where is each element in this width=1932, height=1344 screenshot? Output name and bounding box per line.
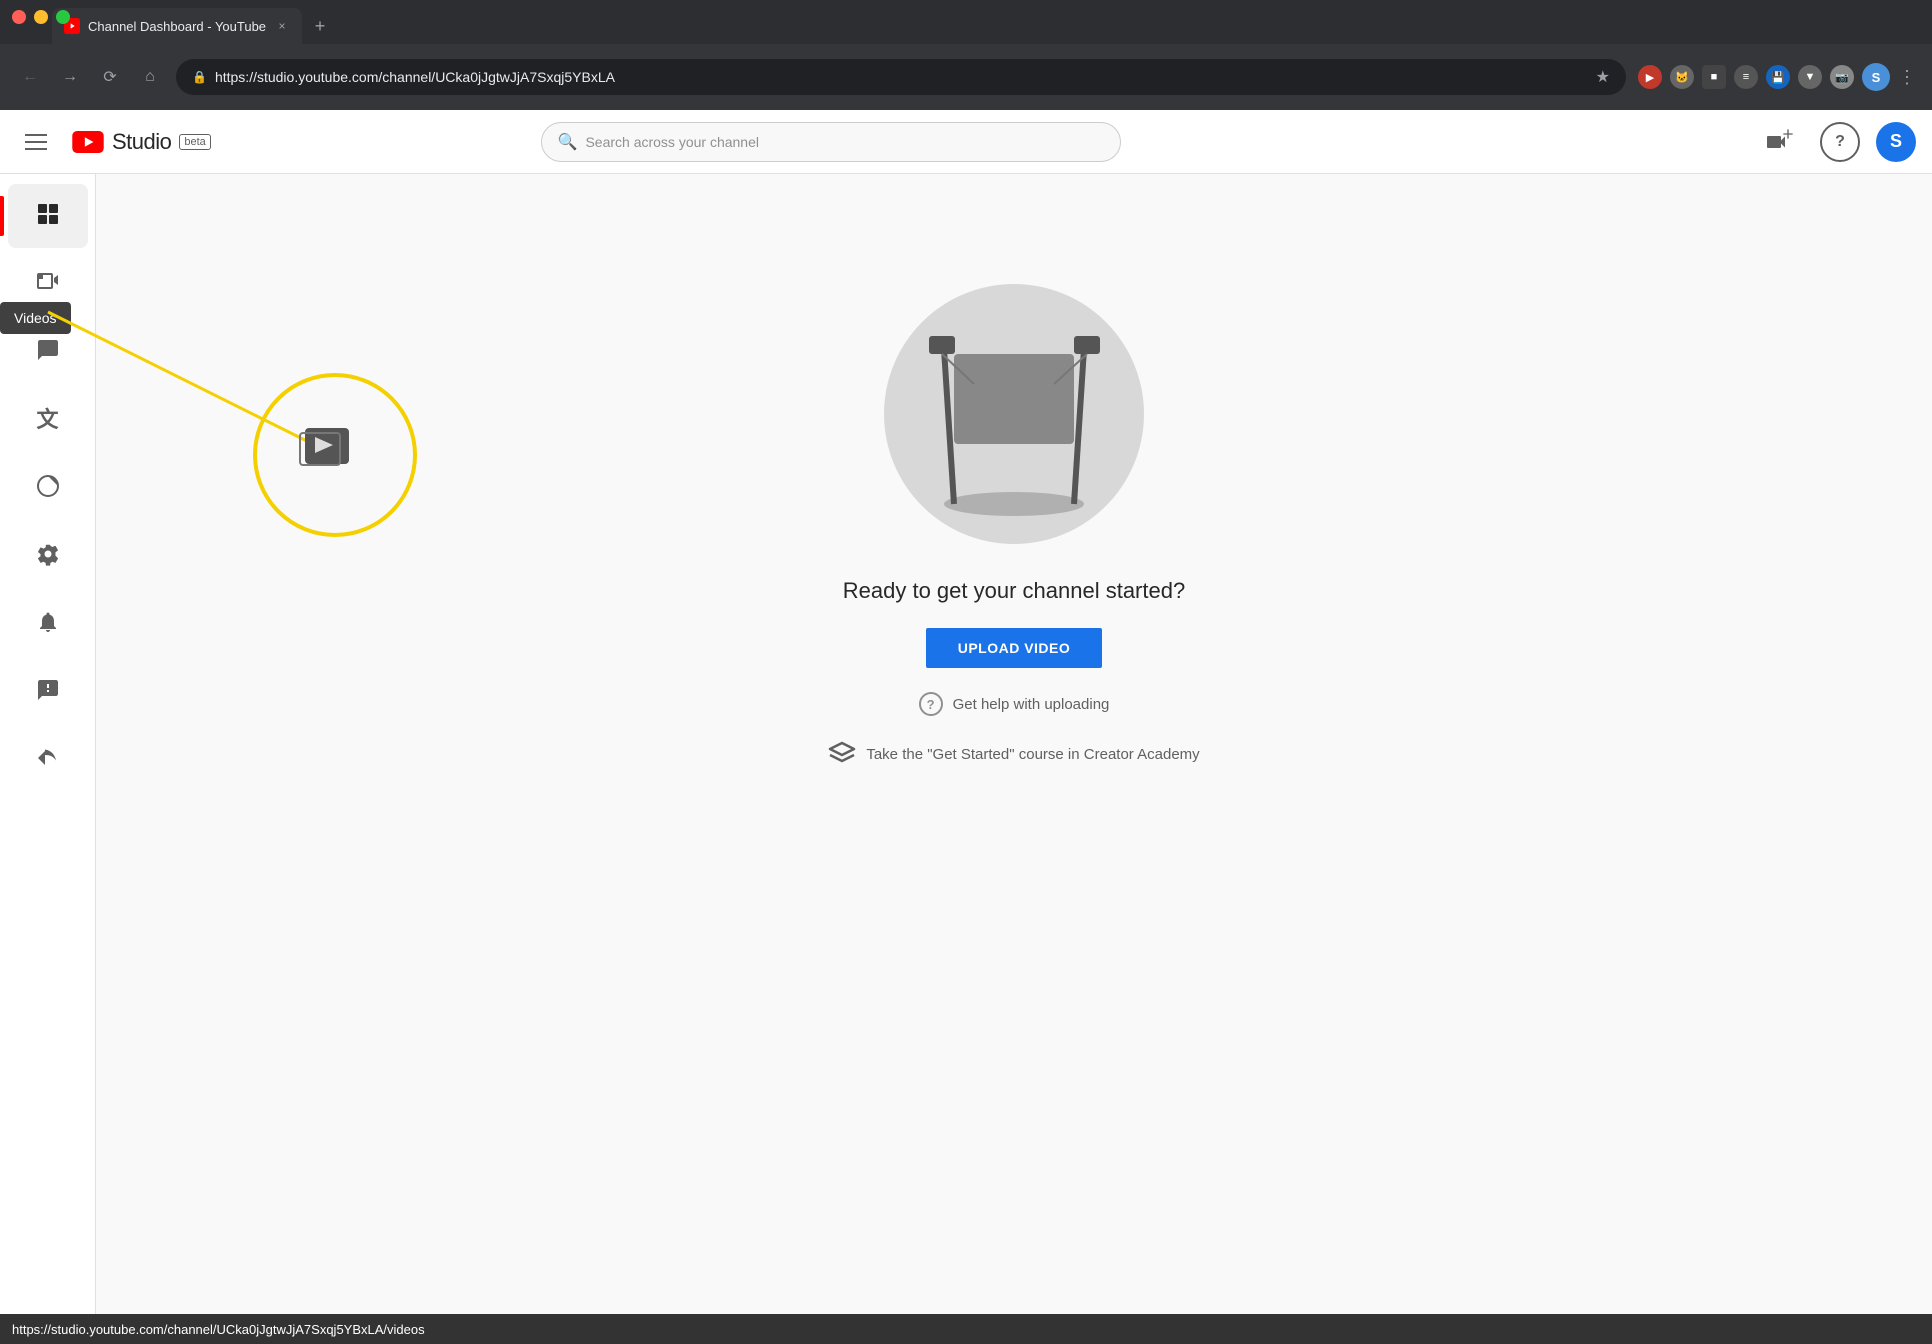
empty-state: Ready to get your channel started? UPLOA… [828, 274, 1199, 768]
help-upload-text: Get help with uploading [953, 696, 1110, 713]
header-right: ? S [1764, 122, 1916, 162]
browser-chrome: Channel Dashboard - YouTube × + ← → ⟳ ⌂ … [0, 0, 1932, 110]
close-window-btn[interactable] [12, 10, 26, 24]
sidebar-item-send[interactable] [8, 728, 88, 792]
creator-academy-icon [828, 740, 856, 768]
tab-close-btn[interactable]: × [274, 18, 290, 34]
bookmark-icon[interactable]: ★ [1596, 67, 1610, 87]
help-upload-icon: ? [919, 692, 943, 716]
create-video-btn[interactable] [1764, 122, 1804, 162]
beta-badge: beta [179, 134, 210, 150]
main-area: 文 [0, 174, 1932, 1344]
sidebar-item-settings[interactable] [8, 524, 88, 588]
empty-state-title: Ready to get your channel started? [843, 578, 1185, 604]
yt-studio-logo: Studio beta [72, 129, 211, 155]
window-controls [12, 10, 70, 24]
ext-icon-4[interactable]: ≡ [1734, 65, 1758, 89]
search-bar[interactable]: 🔍 Search across your channel [541, 122, 1121, 162]
address-bar: ← → ⟳ ⌂ 🔒 https://studio.youtube.com/cha… [0, 44, 1932, 110]
content-area: Ready to get your channel started? UPLOA… [96, 174, 1932, 1344]
help-upload-link[interactable]: ? Get help with uploading [919, 692, 1110, 716]
ext-icon-6[interactable]: ▼ [1798, 65, 1822, 89]
ext-icon-7[interactable]: 📷 [1830, 65, 1854, 89]
minimize-window-btn[interactable] [34, 10, 48, 24]
sidebar-item-alerts[interactable] [8, 592, 88, 656]
sidebar-item-analytics[interactable] [8, 456, 88, 520]
sidebar-item-dashboard[interactable] [8, 184, 88, 248]
tab-bar: Channel Dashboard - YouTube × + [0, 0, 1932, 44]
sidebar-item-feedback[interactable] [8, 660, 88, 724]
search-icon: 🔍 [558, 132, 578, 152]
address-text: https://studio.youtube.com/channel/UCka0… [215, 69, 1588, 85]
studio-illustration [874, 274, 1154, 554]
yt-header: Studio beta 🔍 Search across your channel… [0, 110, 1932, 174]
ext-icon-3[interactable]: ■ [1702, 65, 1726, 89]
help-btn[interactable]: ? [1820, 122, 1860, 162]
chrome-menu-btn[interactable]: ⋮ [1898, 67, 1916, 88]
ext-icon-5[interactable]: 💾 [1766, 65, 1790, 89]
maximize-window-btn[interactable] [56, 10, 70, 24]
back-btn[interactable]: ← [16, 63, 44, 91]
search-placeholder-text: Search across your channel [585, 134, 759, 150]
tab-title: Channel Dashboard - YouTube [88, 19, 266, 34]
address-input[interactable]: 🔒 https://studio.youtube.com/channel/UCk… [176, 59, 1626, 95]
status-bar-url: https://studio.youtube.com/channel/UCka0… [12, 1322, 425, 1337]
youtube-studio-app: Studio beta 🔍 Search across your channel… [0, 110, 1932, 1344]
hamburger-menu-btn[interactable] [16, 122, 56, 162]
new-tab-btn[interactable]: + [306, 12, 334, 40]
forward-btn[interactable]: → [56, 63, 84, 91]
youtube-logo-icon [72, 131, 104, 153]
videos-tooltip: Videos [0, 302, 71, 334]
browser-extensions: ▶ 🐱 ■ ≡ 💾 ▼ 📷 S ⋮ [1638, 63, 1916, 91]
sidebar: 文 [0, 174, 96, 1344]
chrome-user-avatar[interactable]: S [1862, 63, 1890, 91]
creator-academy-link[interactable]: Take the "Get Started" course in Creator… [828, 740, 1199, 768]
creator-academy-text: Take the "Get Started" course in Creator… [866, 746, 1199, 763]
ext-icon-2[interactable]: 🐱 [1670, 65, 1694, 89]
ext-icon-1[interactable]: ▶ [1638, 65, 1662, 89]
sidebar-item-subtitles[interactable]: 文 [8, 388, 88, 452]
lock-icon: 🔒 [192, 70, 207, 84]
studio-text: Studio [112, 129, 171, 155]
upload-video-btn[interactable]: UPLOAD VIDEO [926, 628, 1103, 668]
reload-btn[interactable]: ⟳ [96, 63, 124, 91]
active-tab[interactable]: Channel Dashboard - YouTube × [52, 8, 302, 44]
status-bar: https://studio.youtube.com/channel/UCka0… [0, 1314, 1932, 1344]
user-avatar[interactable]: S [1876, 122, 1916, 162]
home-btn[interactable]: ⌂ [136, 63, 164, 91]
